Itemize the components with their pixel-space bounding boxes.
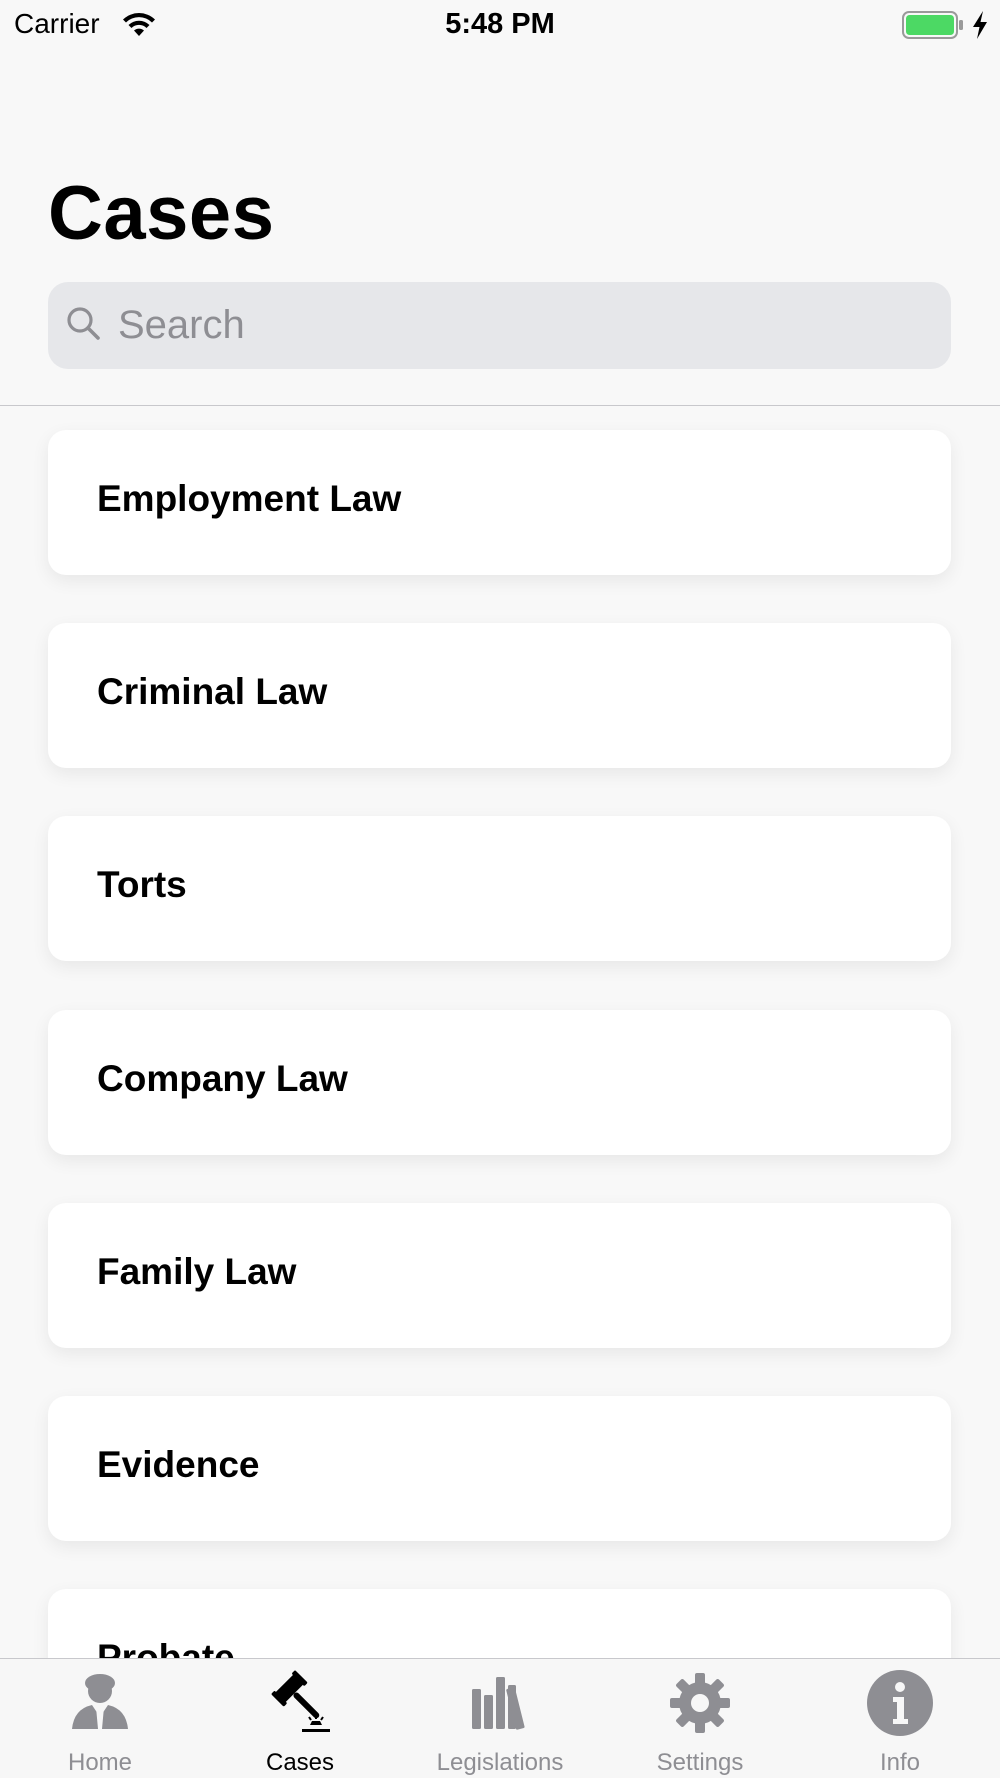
tab-label: Settings xyxy=(656,1749,744,1776)
case-list: Employment Law Criminal Law Torts Compan… xyxy=(0,406,1000,1658)
case-card-employment-law[interactable]: Employment Law xyxy=(48,430,951,575)
gear-icon xyxy=(670,1673,730,1733)
case-card-evidence[interactable]: Evidence xyxy=(48,1396,951,1541)
tab-cases[interactable]: Cases xyxy=(200,1659,400,1778)
tab-label: Home xyxy=(67,1749,133,1776)
books-icon xyxy=(472,1677,525,1730)
status-bar: Carrier 5:48 PM xyxy=(0,0,1000,50)
case-card-torts[interactable]: Torts xyxy=(48,816,951,961)
screen: Carrier 5:48 PM Cases Employment xyxy=(0,0,1000,1778)
case-card-company-law[interactable]: Company Law xyxy=(48,1010,951,1155)
charging-bolt-icon xyxy=(973,11,987,39)
tab-info[interactable]: Info xyxy=(800,1659,1000,1778)
search-icon xyxy=(67,307,100,340)
search-bar[interactable] xyxy=(48,282,951,369)
tab-legislations[interactable]: Legislations xyxy=(400,1659,600,1778)
tab-settings[interactable]: Settings xyxy=(600,1659,800,1778)
case-label: Criminal Law xyxy=(97,671,328,712)
lawyer-icon xyxy=(72,1674,128,1729)
case-label: Company Law xyxy=(97,1058,348,1099)
search-input[interactable] xyxy=(118,282,938,369)
case-card-probate[interactable]: Probate xyxy=(48,1589,951,1658)
case-card-criminal-law[interactable]: Criminal Law xyxy=(48,623,951,768)
status-time: 5:48 PM xyxy=(445,8,555,40)
case-label: Torts xyxy=(97,864,187,905)
tab-home[interactable]: Home xyxy=(0,1659,200,1778)
info-icon xyxy=(867,1670,933,1736)
case-label: Evidence xyxy=(97,1444,260,1485)
tab-label: Cases xyxy=(265,1749,335,1776)
case-label: Probate xyxy=(97,1637,235,1658)
case-label: Family Law xyxy=(97,1251,297,1292)
case-label: Employment Law xyxy=(97,478,402,519)
case-card-family-law[interactable]: Family Law xyxy=(48,1203,951,1348)
navigation-header: Cases xyxy=(0,50,1000,406)
page-title: Cases xyxy=(48,171,275,256)
tab-label: Legislations xyxy=(436,1749,564,1776)
tab-label: Info xyxy=(879,1749,921,1776)
tab-bar: Home Cases Legislations Settings Info xyxy=(0,1658,1000,1778)
battery-icon xyxy=(902,11,963,39)
gavel-icon xyxy=(271,1670,330,1732)
